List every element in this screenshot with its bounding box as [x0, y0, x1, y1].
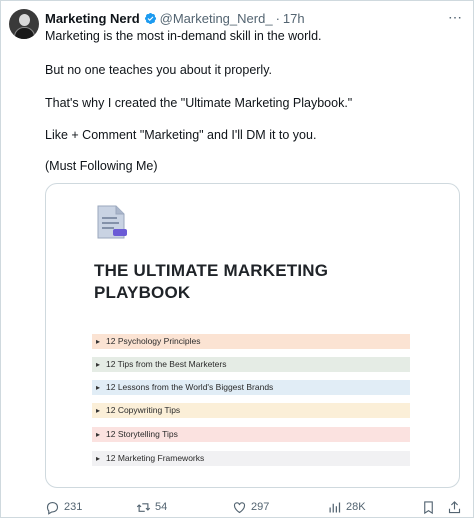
bookmark-button[interactable] [421, 497, 440, 517]
more-icon[interactable]: ⋯ [448, 9, 463, 26]
dot-separator: · [275, 10, 280, 26]
playbook-item: 12 Copywriting Tips [92, 403, 410, 418]
playbook-item: 12 Lessons from the World's Biggest Bran… [92, 380, 410, 395]
playbook-item: 12 Storytelling Tips [92, 427, 410, 442]
share-button[interactable] [447, 497, 466, 517]
card-title-line: THE ULTIMATE MARKETING [94, 261, 329, 280]
retweet-count: 54 [155, 501, 168, 513]
views-button[interactable]: 28K [327, 497, 366, 517]
document-icon [97, 205, 127, 239]
tweet-text-line: (Must Following Me) [45, 159, 158, 173]
action-bar: 231 54 297 28K [1, 497, 474, 518]
views-count: 28K [346, 501, 366, 513]
playbook-item: 12 Tips from the Best Marketers [92, 357, 410, 372]
like-button[interactable]: 297 [232, 497, 269, 517]
reply-icon [46, 501, 59, 515]
share-icon [448, 500, 461, 513]
tweet-text-line: Like + Comment "Marketing" and I'll DM i… [45, 128, 317, 142]
card-title: THE ULTIMATE MARKETING PLAYBOOK [94, 260, 328, 304]
avatar-head [19, 14, 30, 26]
tweet-text-line: Marketing is the most in-demand skill in… [45, 29, 322, 43]
reply-button[interactable]: 231 [45, 497, 82, 517]
tweet-text-line: But no one teaches you about it properly… [45, 63, 273, 77]
like-count: 297 [251, 501, 270, 513]
playbook-item: 12 Marketing Frameworks [92, 451, 410, 466]
timestamp[interactable]: 17h [283, 11, 305, 26]
user-handle[interactable]: @Marketing_Nerd_ [160, 11, 273, 26]
display-name[interactable]: Marketing Nerd [45, 11, 140, 26]
media-card[interactable]: THE ULTIMATE MARKETING PLAYBOOK 12 Psych… [45, 183, 460, 488]
tweet-header: Marketing Nerd @Marketing_Nerd_ · 17h [45, 9, 305, 27]
playbook-item: 12 Psychology Principles [92, 334, 410, 349]
retweet-button[interactable]: 54 [136, 497, 167, 517]
tweet[interactable]: Marketing Nerd @Marketing_Nerd_ · 17h ⋯ … [0, 0, 474, 518]
tweet-text-line: That's why I created the "Ultimate Marke… [45, 96, 353, 110]
avatar-body [14, 27, 35, 39]
reply-count: 231 [64, 501, 83, 513]
card-title-line: PLAYBOOK [94, 283, 191, 302]
avatar[interactable] [9, 9, 39, 39]
heart-icon [233, 501, 246, 513]
bookmark-icon [424, 500, 433, 514]
retweet-icon [136, 502, 151, 512]
verified-badge-icon [144, 12, 156, 24]
views-chart-icon [329, 502, 341, 512]
